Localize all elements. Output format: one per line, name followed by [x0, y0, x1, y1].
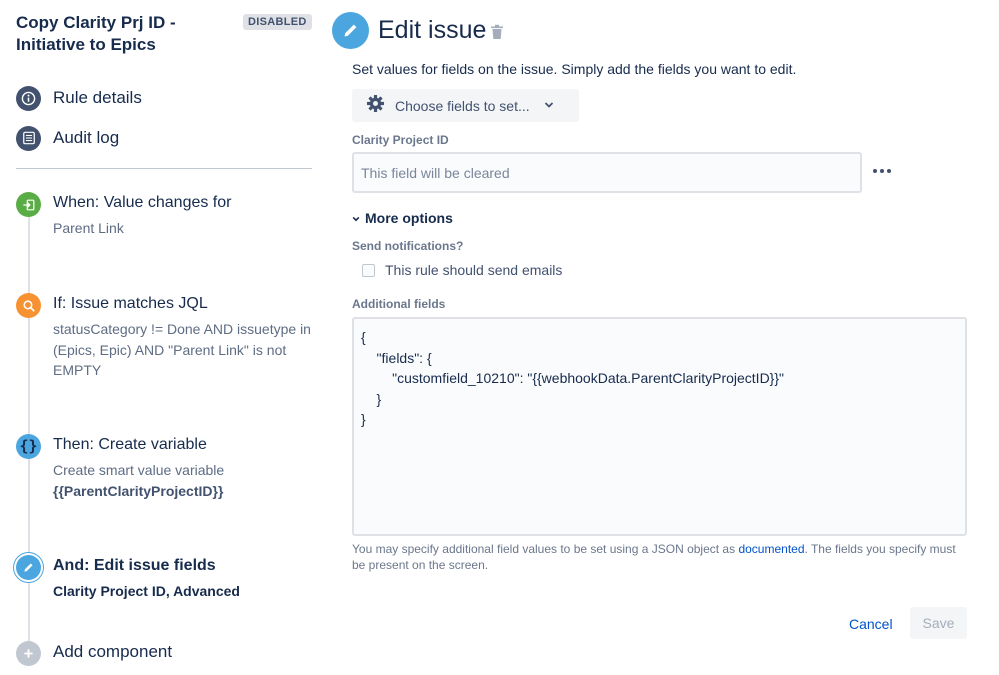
editor-instructions: Set values for fields on the issue. Simp… — [352, 61, 797, 77]
chevron-down-icon — [352, 210, 360, 226]
more-options-label: More options — [365, 210, 453, 226]
search-icon — [16, 293, 41, 318]
component-desc-variable: {{ParentClarityProjectID}} — [53, 482, 224, 499]
sidebar-divider — [16, 168, 312, 169]
pencil-icon — [16, 555, 41, 580]
component-desc: Parent Link — [53, 220, 124, 236]
info-icon — [16, 85, 41, 111]
component-title: If: Issue matches JQL — [53, 295, 208, 312]
save-button[interactable]: Save — [910, 607, 967, 639]
more-options-toggle[interactable]: More options — [352, 210, 453, 226]
additional-fields-help: You may specify additional field values … — [352, 541, 972, 573]
nav-rule-details[interactable]: Rule details — [16, 85, 142, 111]
add-component-button[interactable]: Add component — [16, 641, 316, 667]
component-desc-text: Create smart value variable — [53, 462, 225, 478]
gear-icon — [366, 94, 385, 118]
clarity-project-id-field[interactable] — [352, 152, 862, 193]
nav-audit-log-label: Audit log — [53, 128, 120, 147]
editor-title: Edit issue — [378, 16, 487, 44]
send-emails-checkbox-row[interactable]: This rule should send emails — [362, 262, 562, 278]
nav-rule-details-label: Rule details — [53, 88, 142, 107]
trash-icon[interactable] — [490, 24, 504, 40]
component-desc: statusCategory != Done AND issuetype in … — [53, 321, 311, 378]
status-badge: DISABLED — [243, 14, 312, 30]
send-notifications-label: Send notifications? — [352, 239, 464, 253]
choose-fields-label: Choose fields to set... — [395, 97, 530, 114]
send-emails-label: This rule should send emails — [385, 262, 563, 278]
more-actions-icon[interactable] — [873, 166, 893, 176]
additional-fields-textarea[interactable]: { "fields": { "customfield_10210": "{{we… — [352, 317, 967, 536]
component-trigger[interactable]: When: Value changes for Parent Link — [16, 192, 316, 252]
additional-fields-label: Additional fields — [352, 297, 446, 311]
documented-link[interactable]: documented — [738, 542, 804, 556]
cancel-button[interactable]: Cancel — [841, 608, 901, 639]
send-emails-checkbox[interactable] — [362, 263, 375, 277]
edit-issue-pencil-icon — [332, 12, 369, 49]
component-title: Then: Create variable — [53, 436, 207, 453]
list-icon — [16, 125, 41, 151]
add-component-label: Add component — [53, 642, 173, 661]
plus-icon — [16, 641, 41, 666]
clarity-project-id-label: Clarity Project ID — [352, 133, 449, 147]
component-edit-issue[interactable]: And: Edit issue fields Clarity Project I… — [16, 555, 316, 605]
trigger-icon — [16, 192, 41, 217]
braces-icon: {} — [16, 434, 41, 459]
component-title: When: Value changes for — [53, 194, 232, 211]
help-text-before: You may specify additional field values … — [352, 542, 739, 556]
rule-sidebar: Copy Clarity Prj ID - Initiative to Epic… — [0, 0, 330, 675]
choose-fields-button[interactable]: Choose fields to set... — [352, 89, 579, 122]
rule-title: Copy Clarity Prj ID - Initiative to Epic… — [16, 13, 176, 54]
component-title: And: Edit issue fields — [53, 557, 216, 574]
component-condition[interactable]: If: Issue matches JQL statusCategory != … — [16, 293, 316, 383]
component-desc: Clarity Project ID, Advanced — [53, 583, 240, 599]
component-create-variable[interactable]: {} Then: Create variable Create smart va… — [16, 434, 316, 504]
nav-audit-log[interactable]: Audit log — [16, 125, 119, 151]
component-desc: Create smart value variable {{ParentClar… — [53, 460, 315, 501]
chevron-down-icon — [544, 97, 554, 115]
